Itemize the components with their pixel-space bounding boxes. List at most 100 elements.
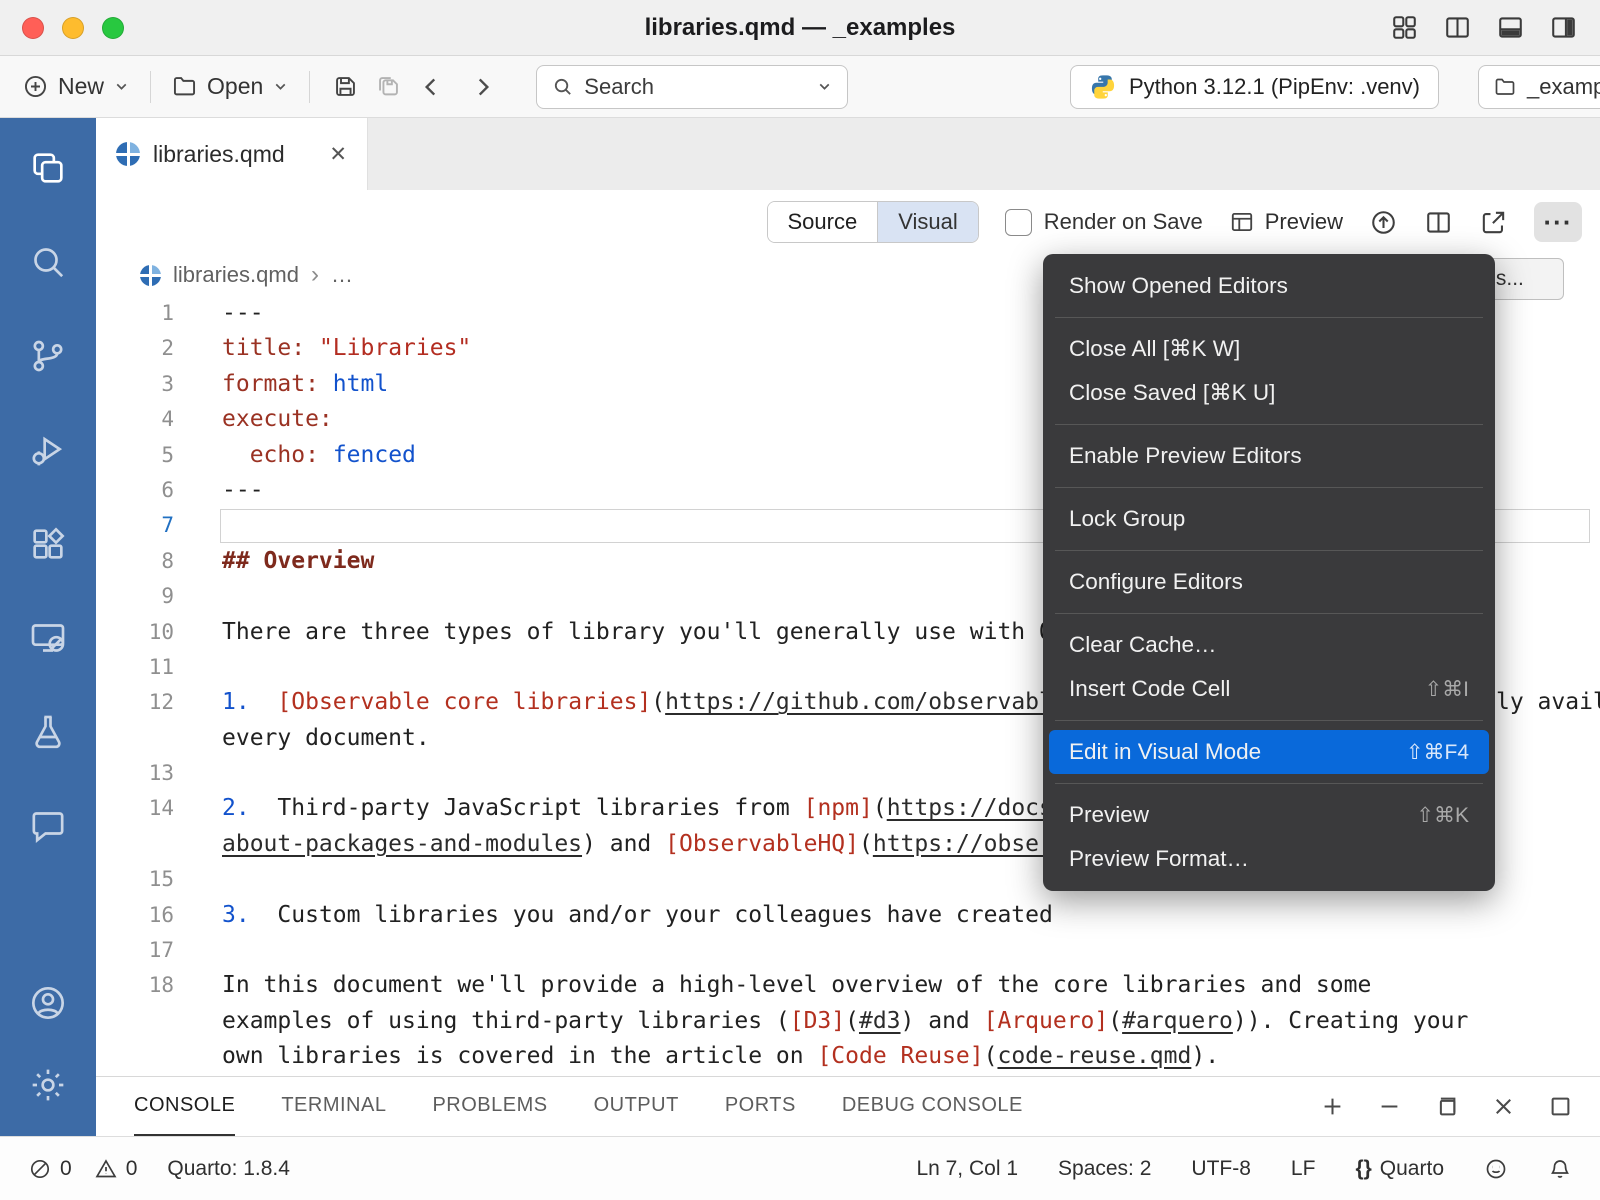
menu-item[interactable]: Configure Editors (1043, 560, 1495, 604)
code-line[interactable]: own libraries is covered in the article … (96, 1039, 1600, 1074)
source-control-icon[interactable] (26, 334, 70, 378)
panel-tab-console[interactable]: CONSOLE (134, 1077, 235, 1136)
window-title: libraries.qmd — _examples (0, 14, 1600, 42)
indentation-status[interactable]: Spaces: 2 (1058, 1157, 1151, 1181)
open-button[interactable]: Open (165, 73, 295, 100)
minimize-window-button[interactable] (62, 17, 84, 39)
window-layout-controls (1390, 13, 1578, 42)
close-panel-icon[interactable] (1490, 1093, 1517, 1120)
line-number: 12 (96, 685, 174, 720)
menu-separator (1055, 613, 1483, 614)
layout-grid-icon[interactable] (1390, 13, 1419, 42)
quarto-version-status[interactable]: Quarto: 1.8.4 (167, 1157, 290, 1181)
explorer-icon[interactable] (26, 146, 70, 190)
source-mode-button[interactable]: Source (768, 202, 878, 242)
split-columns-icon[interactable] (1443, 13, 1472, 42)
language-mode-status[interactable]: {}Quarto (1355, 1157, 1444, 1181)
testing-flask-icon[interactable] (26, 710, 70, 754)
run-debug-icon[interactable] (26, 428, 70, 472)
preview-button[interactable]: Preview (1229, 209, 1343, 235)
menu-item[interactable]: Clear Cache… (1043, 623, 1495, 667)
problems-status[interactable]: 0 0 (28, 1157, 137, 1181)
forward-arrow-icon[interactable] (470, 74, 496, 100)
menu-item[interactable]: Insert Code Cell⇧⌘I (1043, 667, 1495, 711)
panel-tab-problems[interactable]: PROBLEMS (432, 1077, 547, 1136)
cursor-position-status[interactable]: Ln 7, Col 1 (916, 1157, 1018, 1181)
menu-separator (1055, 317, 1483, 318)
eol-status[interactable]: LF (1291, 1157, 1316, 1181)
status-bar: 0 0 Quarto: 1.8.4 Ln 7, Col 1 Spaces: 2 … (0, 1136, 1600, 1200)
menu-item[interactable]: Close Saved [⌘K U] (1043, 371, 1495, 415)
minimize-panel-icon[interactable] (1376, 1093, 1403, 1120)
line-number (96, 827, 174, 862)
account-icon[interactable] (26, 981, 70, 1025)
menu-separator (1055, 783, 1483, 784)
menu-item[interactable]: Show Opened Editors (1043, 264, 1495, 308)
workspace-label: _examples (1527, 74, 1600, 100)
workspace-button[interactable]: _examples (1478, 65, 1600, 109)
quarto-file-icon (116, 142, 140, 166)
panel-bottom-icon[interactable] (1496, 13, 1525, 42)
code-line[interactable]: 17 (96, 933, 1600, 968)
zoom-window-button[interactable] (102, 17, 124, 39)
menu-item[interactable]: Enable Preview Editors (1043, 434, 1495, 478)
render-on-save-checkbox[interactable] (1005, 209, 1032, 236)
chevron-down-icon[interactable] (816, 78, 833, 95)
save-all-button[interactable] (367, 73, 410, 100)
panel-actions (1319, 1093, 1574, 1120)
encoding-status[interactable]: UTF-8 (1191, 1157, 1251, 1181)
remote-screen-icon[interactable] (26, 616, 70, 660)
search-input[interactable]: Search (536, 65, 848, 109)
code-line[interactable]: 18In this document we'll provide a high-… (96, 968, 1600, 1003)
line-number: 18 (96, 968, 174, 1003)
new-button[interactable]: New (16, 73, 136, 100)
open-external-icon[interactable] (1479, 208, 1508, 237)
close-tab-icon[interactable]: ✕ (329, 142, 347, 167)
breadcrumb-more[interactable]: … (331, 262, 353, 288)
visual-mode-button[interactable]: Visual (877, 202, 978, 242)
maximize-panel-icon[interactable] (1547, 1093, 1574, 1120)
extensions-icon[interactable] (26, 522, 70, 566)
interpreter-selector[interactable]: Python 3.12.1 (PipEnv: .venv) (1070, 65, 1439, 109)
preview-label: Preview (1265, 209, 1343, 235)
quarto-version-label: Quarto: 1.8.4 (167, 1157, 290, 1181)
code-text: In this document we'll provide a high-le… (174, 968, 1600, 1003)
close-window-button[interactable] (22, 17, 44, 39)
panel-tab-ports[interactable]: PORTS (725, 1077, 796, 1136)
plus-icon[interactable] (1319, 1093, 1346, 1120)
tab-label: libraries.qmd (153, 141, 285, 168)
panel-tab-debug-console[interactable]: DEBUG CONSOLE (842, 1077, 1023, 1136)
line-number: 8 (96, 544, 174, 579)
more-actions-button[interactable]: ··· (1534, 202, 1582, 242)
save-button[interactable] (324, 73, 367, 100)
menu-item[interactable]: Preview⇧⌘K (1043, 793, 1495, 837)
code-line[interactable]: examples of using third-party libraries … (96, 1004, 1600, 1039)
menu-separator (1055, 720, 1483, 721)
menu-item[interactable]: Edit in Visual Mode⇧⌘F4 (1049, 730, 1489, 774)
quarto-file-icon (140, 265, 161, 286)
breadcrumb-file[interactable]: libraries.qmd (173, 262, 299, 288)
menu-item[interactable]: Close All [⌘K W] (1043, 327, 1495, 371)
panel-right-icon[interactable] (1549, 13, 1578, 42)
restore-panel-icon[interactable] (1433, 1093, 1460, 1120)
line-number: 9 (96, 579, 174, 614)
error-icon (28, 1157, 52, 1181)
window-controls (22, 17, 124, 39)
split-editor-icon[interactable] (1424, 208, 1453, 237)
search-icon[interactable] (26, 240, 70, 284)
panel-tab-terminal[interactable]: TERMINAL (281, 1077, 386, 1136)
back-arrow-icon[interactable] (418, 74, 444, 100)
settings-gear-icon[interactable] (26, 1063, 70, 1107)
app-window: libraries.qmd — _examples New Open (0, 0, 1600, 1200)
notifications-bell-icon[interactable] (1548, 1157, 1572, 1181)
bottom-panel-header: CONSOLE TERMINAL PROBLEMS OUTPUT PORTS DEBUG … (96, 1076, 1600, 1136)
menu-item[interactable]: Preview Format… (1043, 837, 1495, 881)
render-publish-icon[interactable] (1369, 208, 1398, 237)
feedback-smiley-icon[interactable] (1484, 1157, 1508, 1181)
code-line[interactable]: 163. Custom libraries you and/or your co… (96, 898, 1600, 933)
tab-libraries-qmd[interactable]: libraries.qmd ✕ (96, 118, 368, 190)
search-icon (551, 75, 574, 98)
panel-tab-output[interactable]: OUTPUT (594, 1077, 679, 1136)
menu-item[interactable]: Lock Group (1043, 497, 1495, 541)
chat-icon[interactable] (26, 804, 70, 848)
